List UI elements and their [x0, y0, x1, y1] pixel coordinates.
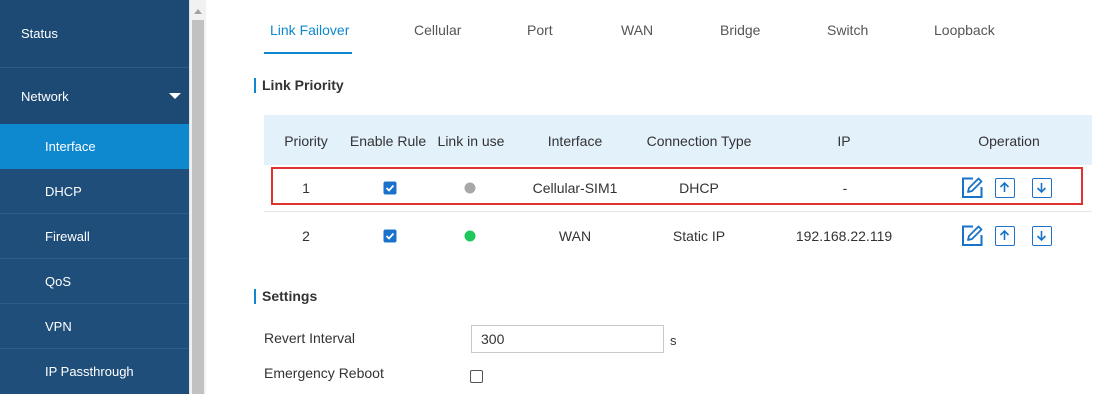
column-header-connection-type: Connection Type: [646, 133, 752, 149]
cell-interface: WAN: [558, 228, 592, 244]
arrow-up-icon[interactable]: [995, 226, 1015, 246]
sidebar: Status Network Interface DHCP Firewall Q…: [0, 0, 189, 394]
sidebar-item-firewall[interactable]: Firewall: [0, 214, 189, 259]
caret-down-icon: [169, 93, 181, 99]
link-status-dot: [464, 230, 476, 242]
tab-switch[interactable]: Switch: [827, 22, 868, 38]
tab-cellular[interactable]: Cellular: [414, 22, 461, 38]
row-divider: [264, 211, 1092, 212]
scroll-up-icon[interactable]: [194, 9, 202, 14]
edit-icon[interactable]: [960, 224, 984, 248]
tab-port[interactable]: Port: [527, 22, 553, 38]
sidebar-item-label: VPN: [45, 319, 72, 334]
sidebar-item-label: DHCP: [45, 184, 82, 199]
sidebar-item-label: Firewall: [45, 229, 90, 244]
sidebar-item-dhcp[interactable]: DHCP: [0, 169, 189, 214]
sidebar-item-label: QoS: [45, 274, 72, 289]
sidebar-item-label: Interface: [45, 139, 96, 154]
enable-rule-checkbox[interactable]: [383, 229, 397, 243]
scrollbar-thumb[interactable]: [192, 20, 204, 394]
scrollbar[interactable]: [189, 0, 206, 394]
section-title-text: Settings: [262, 288, 318, 304]
arrow-down-icon[interactable]: [1032, 226, 1052, 246]
row-highlight-box: [271, 167, 1083, 205]
sidebar-item-ip-passthrough[interactable]: IP Passthrough: [0, 349, 189, 394]
sidebar-item-status[interactable]: Status: [0, 0, 189, 67]
sidebar-item-label: Status: [21, 26, 58, 41]
active-tab-indicator: [264, 52, 352, 54]
tab-loopback[interactable]: Loopback: [934, 22, 995, 38]
revert-interval-label: Revert Interval: [264, 330, 356, 346]
sidebar-item-label: IP Passthrough: [45, 364, 134, 379]
sidebar-item-network[interactable]: Network: [0, 68, 189, 124]
emergency-reboot-checkbox[interactable]: [470, 370, 483, 383]
revert-interval-input[interactable]: [471, 325, 664, 353]
tab-bridge[interactable]: Bridge: [720, 22, 760, 38]
tab-wan[interactable]: WAN: [621, 22, 653, 38]
column-header-interface: Interface: [547, 133, 603, 149]
section-marker: [254, 77, 256, 93]
cell-ip: 192.168.22.119: [795, 228, 893, 244]
column-header-ip: IP: [837, 133, 851, 149]
section-marker: [254, 288, 256, 304]
cell-connection-type: Static IP: [672, 228, 726, 244]
tab-link-failover[interactable]: Link Failover: [270, 22, 349, 38]
sidebar-item-label: Network: [21, 88, 69, 104]
table-header: Priority Enable Rule Link in use Interfa…: [264, 115, 1092, 165]
column-header-link-in-use: Link in use: [437, 133, 505, 149]
revert-interval-unit: s: [670, 333, 677, 348]
column-header-operation: Operation: [978, 133, 1040, 149]
sidebar-item-qos[interactable]: QoS: [0, 259, 189, 304]
sidebar-item-vpn[interactable]: VPN: [0, 304, 189, 349]
column-header-priority: Priority: [284, 133, 328, 149]
cell-priority: 2: [302, 228, 310, 244]
table-row: 2 WAN Static IP 192.168.22.119: [264, 213, 1092, 259]
section-title-link-priority: Link Priority: [254, 77, 344, 93]
column-header-enable-rule: Enable Rule: [349, 133, 427, 149]
emergency-reboot-label: Emergency Reboot: [264, 365, 384, 381]
sidebar-item-interface[interactable]: Interface: [0, 124, 189, 169]
section-title-settings: Settings: [254, 288, 317, 304]
section-title-text: Link Priority: [262, 77, 344, 93]
